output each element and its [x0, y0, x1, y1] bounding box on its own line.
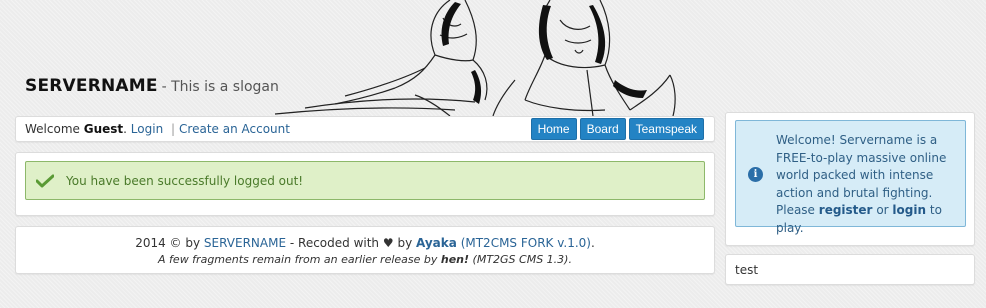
header-artwork [275, 0, 676, 116]
welcome-prefix: Welcome [25, 122, 80, 136]
footer-panel: 2014 © by SERVERNAME - Recoded with ♥ by… [15, 226, 715, 274]
info-alert: i Welcome! Servername is a FREE-to-play … [735, 120, 966, 235]
nav-separator: | [171, 122, 176, 136]
welcome-period: . [123, 122, 127, 136]
board-button[interactable]: Board [579, 118, 626, 140]
footer-recoded: - Recoded with [289, 236, 380, 250]
top-navbar: Welcome Guest. Login | Create an Account … [15, 116, 715, 142]
welcome-text: Welcome Guest. Login | Create an Account [25, 122, 290, 136]
footer-history-author: hen! [440, 253, 470, 266]
login-link[interactable]: Login [131, 122, 163, 136]
footer-by: by [397, 236, 413, 250]
home-button[interactable]: Home [530, 118, 577, 140]
success-alert: You have been successfully logged out! [25, 161, 705, 200]
sidebar-test-panel: test [725, 254, 975, 285]
info-icon: i [748, 167, 763, 182]
info-text-or: or [876, 203, 889, 217]
teamspeak-button[interactable]: Teamspeak [628, 118, 704, 140]
footer-period: . [590, 236, 595, 250]
footer-fork-link[interactable]: (MT2CMS FORK v.1.0) [461, 236, 591, 250]
heart-icon: ♥ [382, 236, 394, 250]
site-brand: SERVERNAME - This is a slogan [25, 76, 279, 96]
sidebar-welcome-panel: i Welcome! Servername is a FREE-to-play … [725, 112, 975, 246]
footer-credits: 2014 © by SERVERNAME - Recoded with ♥ by… [16, 236, 714, 250]
message-panel: You have been successfully logged out! [15, 152, 715, 216]
welcome-username: Guest [83, 122, 124, 136]
footer-history: A few fragments remain from an earlier r… [16, 253, 714, 266]
check-icon [36, 174, 54, 188]
test-text: test [735, 263, 759, 277]
footer-history-prefix: A few fragments remain from an earlier r… [158, 253, 438, 266]
info-text: Welcome! Servername is a FREE-to-play ma… [776, 132, 962, 237]
success-message: You have been successfully logged out! [66, 174, 304, 188]
footer-site-link[interactable]: SERVERNAME [204, 236, 286, 250]
site-name: SERVERNAME [25, 76, 158, 96]
site-slogan: - This is a slogan [161, 79, 279, 95]
sidebar-login-link[interactable]: login [892, 203, 926, 217]
register-link[interactable]: register [819, 203, 873, 217]
footer-author-link[interactable]: Ayaka [416, 236, 457, 250]
nav-buttons: Home Board Teamspeak [530, 118, 704, 140]
create-account-link[interactable]: Create an Account [179, 122, 290, 136]
footer-history-suffix: (MT2GS CMS 1.3). [472, 253, 572, 266]
footer-copyright: 2014 © by [135, 236, 201, 250]
